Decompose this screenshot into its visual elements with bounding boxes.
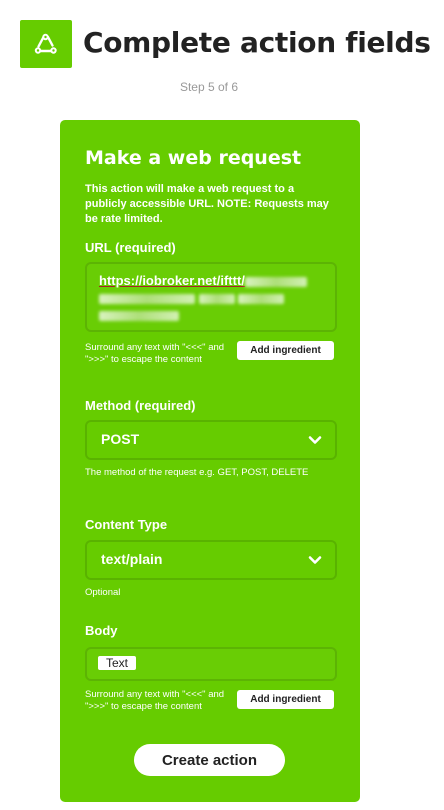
card-title: Make a web request [85, 147, 302, 169]
method-label: Method (required) [85, 398, 196, 413]
step-indicator: Step 5 of 6 [179, 80, 239, 94]
url-add-ingredient-button[interactable]: Add ingredient [237, 341, 334, 360]
url-input[interactable]: https://iobroker.net/ifttt/ [85, 262, 337, 332]
url-hint: Surround any text with "<<<" and ">>>" t… [85, 342, 225, 365]
action-description: This action will make a web request to a… [85, 183, 329, 225]
body-input[interactable]: Text [85, 647, 337, 681]
action-card: Make a web request This action will make… [60, 120, 360, 802]
body-hint: Surround any text with "<<<" and ">>>" t… [85, 689, 225, 712]
page-title: Complete action fields [83, 26, 431, 59]
body-text-ingredient[interactable]: Text [98, 656, 137, 670]
webhooks-logo [20, 20, 72, 68]
body-label: Body [85, 623, 118, 638]
url-label: URL (required) [85, 240, 176, 255]
content-type-select[interactable]: text/plain [85, 540, 337, 580]
webhooks-icon [34, 33, 57, 54]
content-type-value: text/plain [101, 551, 163, 567]
method-hint: The method of the request e.g. GET, POST… [85, 467, 309, 478]
create-action-button[interactable]: Create action [134, 744, 285, 776]
url-value: https://iobroker.net/ifttt/ [99, 272, 327, 323]
chevron-down-icon [308, 436, 322, 444]
method-value: POST [101, 431, 140, 447]
chevron-down-icon [308, 556, 322, 564]
body-add-ingredient-button[interactable]: Add ingredient [237, 690, 334, 709]
content-type-hint: Optional [85, 587, 121, 598]
url-text: https://iobroker.net/ifttt/ [99, 273, 245, 288]
method-select[interactable]: POST [85, 420, 337, 460]
content-type-label: Content Type [85, 517, 168, 532]
